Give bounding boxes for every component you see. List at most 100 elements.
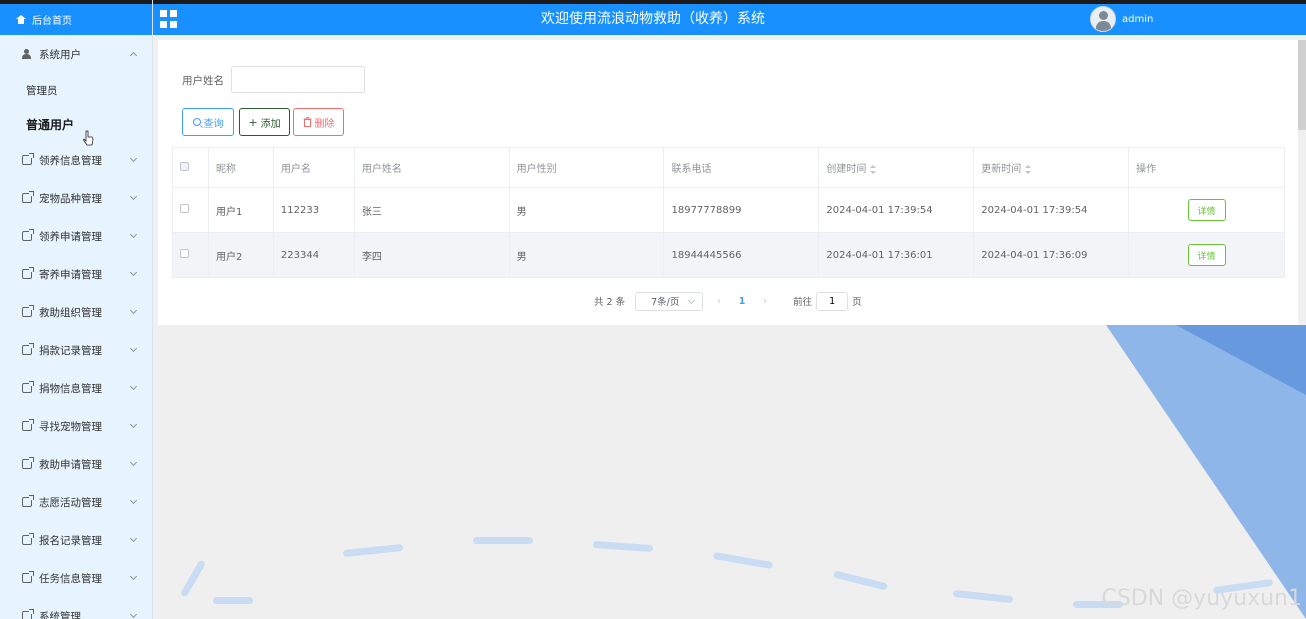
chevron-down-icon <box>129 344 138 353</box>
page-size-select[interactable]: 7条/页 <box>635 291 704 311</box>
sidebar-item[interactable]: 捐款记录管理 <box>0 331 152 369</box>
sidebar-item-label: 寄养申请管理 <box>39 268 102 281</box>
table-row: 用户2 223344 李四 男 18944445566 2024-04-01 1… <box>172 232 1285 278</box>
actions-cell: 详情 <box>1128 187 1285 233</box>
table-cell: 223344 <box>272 232 355 278</box>
sidebar-item-home[interactable]: 后台首页 <box>0 0 152 35</box>
column-header: 用户名 <box>272 147 355 188</box>
edit-icon <box>22 191 34 203</box>
select-all-checkbox[interactable] <box>180 161 189 171</box>
decor-dash <box>592 540 654 553</box>
sidebar-item-label: 领养申请管理 <box>39 230 102 243</box>
row-select-cell <box>172 187 209 233</box>
table-cell: 用户1 <box>207 187 274 233</box>
table-cell: 18977778899 <box>663 187 820 233</box>
chevron-down-icon <box>129 572 138 581</box>
decor-dash <box>832 570 889 591</box>
sort-icon[interactable] <box>870 164 877 174</box>
top-header: 欢迎使用流浪动物救助（收养）系统 admin <box>0 0 1306 35</box>
goto-prefix: 前往 <box>793 297 813 308</box>
page-size-value: 7条/页 <box>651 297 680 308</box>
sidebar-item[interactable]: 报名记录管理 <box>0 521 152 559</box>
user-table: 昵称 用户名 用户姓名 用户性别 联系电话 创建时间 更新时间 操作 用户1 1… <box>172 147 1285 278</box>
sidebar-item[interactable]: 宠物品种管理 <box>0 179 152 217</box>
decor-dash <box>712 551 774 570</box>
actions-cell: 详情 <box>1128 232 1285 278</box>
sidebar-item[interactable]: 任务信息管理 <box>0 559 152 597</box>
table-cell: 112233 <box>272 187 355 233</box>
sidebar-item[interactable]: 志愿活动管理 <box>0 483 152 521</box>
chevron-down-icon <box>129 192 138 201</box>
decor-dash <box>179 559 207 598</box>
plus-icon: + <box>248 115 258 129</box>
row-select-cell <box>172 232 209 278</box>
sidebar: 后台首页 系统用户 管理员 普通用户 领养信息管理宠物品种管理领养申请管理 寄养申… <box>0 0 153 619</box>
edit-icon <box>22 381 34 393</box>
sidebar-group-system-users[interactable]: 系统用户 <box>0 35 152 73</box>
edit-icon <box>22 609 34 619</box>
table-cell: 男 <box>508 232 665 278</box>
main-panel: 用户姓名 查询 + 添加 删除 昵称 用户名 用户姓名 用户性别 联系电话 创建… <box>158 40 1298 325</box>
row-checkbox[interactable] <box>180 204 189 213</box>
column-header-sortable[interactable]: 创建时间 <box>818 147 975 188</box>
detail-button[interactable]: 详情 <box>1187 199 1226 221</box>
sidebar-item-label: 领养信息管理 <box>39 154 102 167</box>
column-header-label: 更新时间 <box>981 164 1022 175</box>
edit-icon <box>22 267 34 279</box>
goto-page-input[interactable] <box>816 291 849 311</box>
mouse-cursor-icon <box>83 130 94 146</box>
row-checkbox[interactable] <box>180 249 189 258</box>
query-label: 查询 <box>203 118 224 130</box>
column-header-label: 创建时间 <box>826 164 867 175</box>
add-button[interactable]: + 添加 <box>239 108 290 136</box>
search-label: 用户姓名 <box>182 75 224 87</box>
column-header: 昵称 <box>207 147 274 188</box>
detail-button[interactable]: 详情 <box>1187 244 1226 266</box>
column-header: 用户姓名 <box>353 147 510 188</box>
edit-icon <box>22 343 34 355</box>
user-name-search-input[interactable] <box>231 66 365 93</box>
search-icon <box>192 118 201 126</box>
sidebar-item-label: 捐款记录管理 <box>39 344 102 357</box>
sidebar-subitem-normal-user[interactable]: 普通用户 <box>0 107 152 141</box>
edit-icon <box>22 495 34 507</box>
next-page-icon[interactable]: › <box>755 296 775 307</box>
user-icon <box>22 49 32 59</box>
delete-label: 删除 <box>314 118 335 130</box>
sidebar-item[interactable]: 救助申请管理 <box>0 445 152 483</box>
scrollbar[interactable] <box>1298 40 1306 130</box>
prev-page-icon[interactable]: ‹ <box>709 296 729 307</box>
sidebar-item[interactable]: 救助组织管理 <box>0 293 152 331</box>
column-header: 联系电话 <box>663 147 820 188</box>
sidebar-item[interactable]: 领养信息管理 <box>0 141 152 179</box>
sidebar-item[interactable]: 寻找宠物管理 <box>0 407 152 445</box>
edit-icon <box>22 419 34 431</box>
chevron-down-icon <box>129 268 138 277</box>
sidebar-item-label: 志愿活动管理 <box>39 496 102 509</box>
sidebar-item-label: 任务信息管理 <box>39 572 102 585</box>
decor-dash <box>342 543 404 558</box>
sidebar-item[interactable]: 捐物信息管理 <box>0 369 152 407</box>
sort-icon[interactable] <box>1025 164 1032 174</box>
goto-suffix: 页 <box>852 297 862 308</box>
user-menu[interactable]: admin <box>1090 6 1153 32</box>
trash-icon <box>303 117 311 127</box>
column-header-sortable[interactable]: 更新时间 <box>973 147 1130 188</box>
table-row: 用户1 112233 张三 男 18977778899 2024-04-01 1… <box>172 187 1285 233</box>
table-cell: 用户2 <box>207 232 274 278</box>
avatar[interactable] <box>1090 6 1116 32</box>
edit-icon <box>22 571 34 583</box>
edit-icon <box>22 229 34 241</box>
delete-button[interactable]: 删除 <box>293 108 344 136</box>
sidebar-group-label: 系统用户 <box>39 48 81 61</box>
chevron-down-icon <box>129 230 138 239</box>
sidebar-item[interactable]: 系统管理 <box>0 597 152 619</box>
page-number[interactable]: 1 <box>735 296 749 307</box>
sidebar-item[interactable]: 寄养申请管理 <box>0 255 152 293</box>
sidebar-item[interactable]: 领养申请管理 <box>0 217 152 255</box>
table-cell: 2024-04-01 17:39:54 <box>973 187 1130 233</box>
query-button[interactable]: 查询 <box>182 108 234 136</box>
sidebar-subitem-admin[interactable]: 管理员 <box>0 73 152 107</box>
table-cell: 18944445566 <box>663 232 820 278</box>
table-cell: 2024-04-01 17:39:54 <box>818 187 975 233</box>
